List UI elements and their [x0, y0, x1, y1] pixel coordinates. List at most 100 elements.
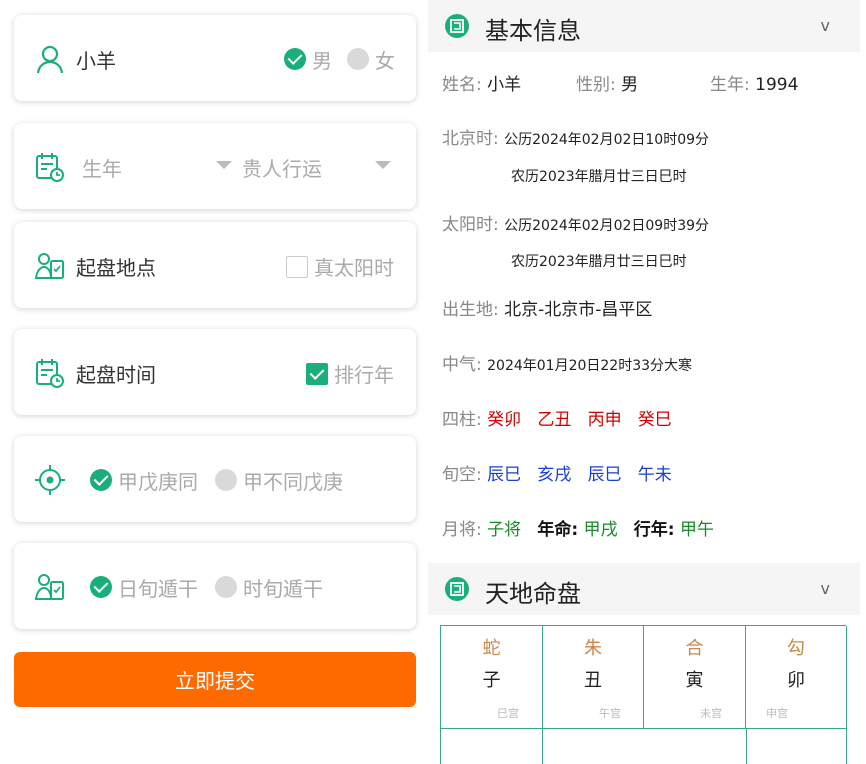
chart-cell[interactable]: 合 寅 未宫 [644, 626, 746, 729]
birthplace-label: 出生地: [442, 300, 499, 320]
target-icon [35, 465, 65, 495]
yuejiang-label: 月将: [442, 520, 482, 540]
yuejiang-value: 子将 [487, 520, 522, 540]
qi-value: 2024年01月20日22时33分大寒 [487, 358, 693, 374]
name-row: 姓名: 小羊 [442, 70, 521, 95]
chart-center-cell [543, 729, 746, 764]
chevron-down-icon[interactable] [375, 161, 391, 169]
cell-palace: 巳宫 [497, 707, 519, 720]
chart-cell[interactable]: 勾 卯 申宫 [746, 626, 847, 729]
pillars-label: 四柱: [442, 410, 482, 430]
submit-button[interactable]: 立即提交 [14, 652, 416, 707]
xunkong-year: 辰巳 [487, 465, 522, 485]
cell-god: 合 [685, 638, 704, 659]
basic-info-header[interactable]: 基本信息 v [428, 0, 860, 52]
calendar-clock-icon [36, 359, 64, 388]
sun-time-row: 太阳时: 公历2024年02月02日09时39分 [442, 210, 709, 235]
gender-row: 性别: 男 [576, 70, 638, 95]
gender-female-radio[interactable] [347, 48, 369, 70]
cell-branch: 寅 [685, 670, 704, 691]
name-card: 小羊 男 女 [14, 15, 416, 101]
cell-palace: 申宫 [766, 707, 788, 720]
beijing-label: 北京时: [442, 129, 499, 149]
sun-label: 太阳时: [442, 215, 499, 235]
qi-row: 中气: 2024年01月20日22时33分大寒 [442, 350, 692, 375]
jia-diff-radio[interactable] [215, 469, 237, 491]
person-card-icon [34, 574, 64, 600]
nianming-label: 年命: [537, 520, 579, 540]
cell-god: 勾 [787, 638, 805, 659]
year-order-label: 排行年 [334, 363, 394, 387]
nianming-value: 甲戌 [583, 520, 618, 540]
true-solar-label: 真太阳时 [314, 256, 394, 280]
beijing-time-row: 北京时: 公历2024年02月02日10时09分 [442, 124, 709, 149]
year-order-checkbox[interactable] [306, 363, 328, 385]
xunkong-month: 亥戌 [537, 465, 572, 485]
name-input[interactable]: 小羊 [76, 45, 116, 74]
chart-grid: 蛇 子 巳宫 朱 丑 午宫 合 寅 未宫 勾 卯 申宫 [440, 625, 847, 764]
chevron-down-icon[interactable]: v [821, 16, 830, 35]
gender-male-label: 男 [312, 49, 332, 73]
xingnian-label: 行年: [633, 520, 675, 540]
pillar-day: 丙申 [587, 410, 622, 430]
pillar-month: 乙丑 [537, 410, 572, 430]
cell-god: 蛇 [482, 638, 501, 659]
sun-lunar: 农历2023年腊月廿三日巳时 [511, 254, 687, 270]
chevron-down-icon[interactable]: v [821, 579, 830, 598]
gender-male-radio[interactable] [284, 48, 306, 70]
jia-same-label: 甲戊庚同 [118, 470, 198, 494]
user-icon [36, 45, 64, 74]
brand-logo-icon [445, 577, 469, 601]
name-value: 小羊 [487, 75, 522, 95]
chart-cell[interactable]: 朱 丑 午宫 [543, 626, 644, 729]
xunkong-row: 旬空: 辰巳 亥戌 辰巳 午未 [442, 460, 672, 485]
person-card-icon [34, 253, 64, 279]
sun-solar: 公历2024年02月02日09时39分 [504, 218, 710, 234]
chart-cell[interactable] [746, 729, 847, 764]
location-label: 起盘地点 [76, 256, 156, 280]
beijing-lunar: 农历2023年腊月廿三日巳时 [511, 169, 687, 185]
basic-info-title: 基本信息 [485, 17, 581, 45]
dun-option-card: 日旬遁干 时旬遁干 [14, 543, 416, 629]
pillar-hour: 癸巳 [637, 410, 672, 430]
chevron-down-icon[interactable] [216, 161, 232, 169]
time-label: 起盘时间 [76, 363, 156, 387]
year-row: 生年: 1994 [710, 70, 798, 95]
cell-branch: 丑 [584, 670, 602, 691]
year-value: 1994 [755, 75, 799, 95]
time-card[interactable]: 起盘时间 排行年 [14, 329, 416, 415]
qi-label: 中气: [442, 355, 482, 375]
location-card[interactable]: 起盘地点 真太阳时 [14, 222, 416, 308]
pillar-year: 癸卯 [487, 410, 522, 430]
day-dun-label: 日旬遁干 [118, 577, 198, 601]
cell-god: 朱 [584, 638, 602, 659]
birthplace-row: 出生地: 北京-北京市-昌平区 [442, 295, 652, 320]
cell-branch: 卯 [787, 670, 805, 691]
pillars-row: 四柱: 癸卯 乙丑 丙申 癸巳 [442, 405, 672, 430]
xunkong-label: 旬空: [442, 465, 482, 485]
day-dun-radio[interactable] [90, 576, 112, 598]
yuejiang-row: 月将: 子将 年命: 甲戌 行年: 甲午 [442, 515, 714, 540]
beijing-solar: 公历2024年02月02日10时09分 [504, 132, 710, 148]
xingnian-value: 甲午 [680, 520, 715, 540]
jia-same-radio[interactable] [90, 469, 112, 491]
chart-cell[interactable] [441, 729, 543, 764]
luck-select[interactable]: 贵人行运 [242, 153, 322, 182]
hour-dun-label: 时旬遁干 [243, 577, 323, 601]
xunkong-hour: 午未 [637, 465, 672, 485]
chart-cell[interactable]: 蛇 子 巳宫 [441, 626, 543, 729]
cell-palace: 未宫 [700, 707, 722, 720]
gender-label: 性别: [576, 75, 616, 95]
birth-year-select[interactable]: 生年 [82, 153, 122, 182]
name-label: 姓名: [442, 75, 482, 95]
gender-female-label: 女 [375, 49, 395, 73]
cell-palace: 午宫 [599, 707, 621, 720]
chart-header[interactable]: 天地命盘 v [428, 563, 860, 615]
hour-dun-radio[interactable] [215, 576, 237, 598]
year-label: 生年: [710, 75, 750, 95]
true-solar-checkbox[interactable] [286, 256, 308, 278]
jia-option-card: 甲戊庚同 甲不同戊庚 [14, 436, 416, 522]
birthplace-value: 北京-北京市-昌平区 [504, 300, 653, 320]
gender-value: 男 [621, 75, 639, 95]
cell-branch: 子 [482, 670, 501, 691]
